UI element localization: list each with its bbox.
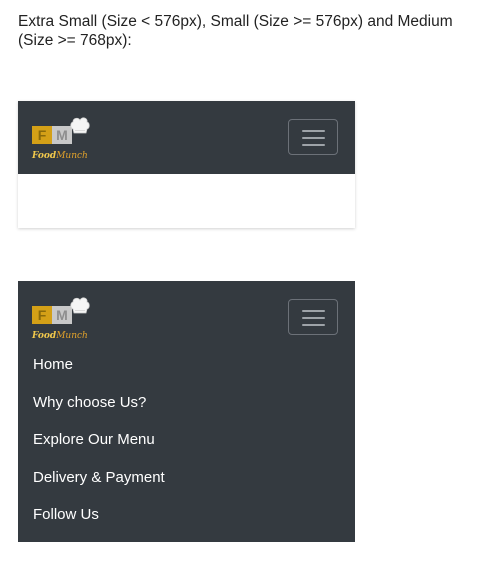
- nav-link[interactable]: Follow Us: [33, 506, 99, 523]
- nav-item-delivery-payment[interactable]: Delivery & Payment: [33, 464, 165, 502]
- navbar-demo-expanded: F M FoodMunch Home Why choose Us? Explor…: [18, 281, 355, 571]
- nav-link[interactable]: Home: [33, 356, 73, 373]
- brand-name: FoodMunch: [32, 151, 88, 161]
- navbar: F M FoodMunch: [18, 101, 355, 174]
- navbar-toggler-button[interactable]: [288, 119, 338, 155]
- nav-item-why-choose-us[interactable]: Why choose Us?: [33, 389, 165, 427]
- intro-text: Extra Small (Size < 576px), Small (Size …: [18, 13, 453, 49]
- nav-link[interactable]: Why choose Us?: [33, 394, 146, 411]
- nav-link[interactable]: Explore Our Menu: [33, 431, 155, 448]
- brand-logo[interactable]: F M FoodMunch: [32, 295, 90, 345]
- nav-item-home[interactable]: Home: [33, 351, 165, 389]
- logo-letter-f: F: [32, 126, 52, 144]
- nav-menu: Home Why choose Us? Explore Our Menu Del…: [33, 351, 165, 539]
- brand-logo[interactable]: F M FoodMunch: [32, 115, 90, 165]
- logo-letter-f: F: [32, 306, 52, 324]
- hamburger-menu-icon: [302, 310, 325, 312]
- brand-name: FoodMunch: [32, 331, 88, 341]
- navbar-toggler-button[interactable]: [288, 299, 338, 335]
- navbar-demo-collapsed: F M FoodMunch: [18, 101, 355, 228]
- nav-item-explore-menu[interactable]: Explore Our Menu: [33, 426, 165, 464]
- hamburger-menu-icon: [302, 130, 325, 132]
- page: Extra Small (Size < 576px), Small (Size …: [0, 0, 496, 571]
- nav-link[interactable]: Delivery & Payment: [33, 469, 165, 486]
- chef-hat-icon: [70, 117, 90, 134]
- navbar: F M FoodMunch Home Why choose Us? Explor…: [18, 281, 355, 542]
- nav-item-follow-us[interactable]: Follow Us: [33, 501, 165, 539]
- chef-hat-icon: [70, 297, 90, 314]
